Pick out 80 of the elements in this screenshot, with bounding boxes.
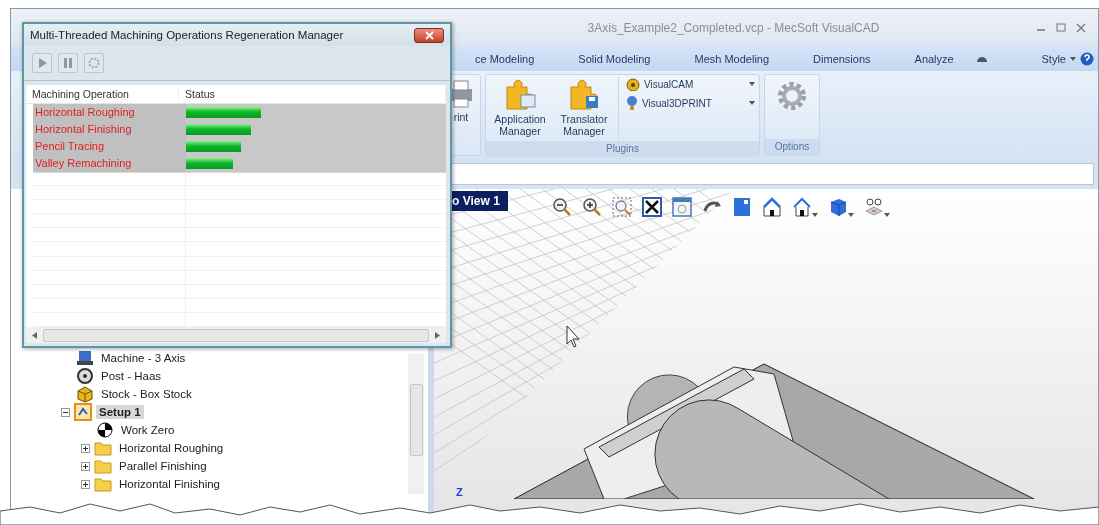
- tree-item[interactable]: Post - Haas: [98, 369, 165, 383]
- tree-item[interactable]: Setup 1: [96, 405, 144, 419]
- column-header[interactable]: Status: [179, 88, 446, 100]
- tree-item[interactable]: Work Zero: [118, 423, 178, 437]
- collapse-icon: [975, 54, 988, 63]
- ribbon-button[interactable]: rint: [446, 77, 476, 153]
- play-icon: [36, 57, 48, 69]
- glasses-button[interactable]: [864, 197, 890, 217]
- panel-button[interactable]: [732, 197, 752, 217]
- caret-icon: [749, 101, 755, 105]
- group-label: Options: [765, 139, 819, 155]
- tree-item[interactable]: Machine - 3 Axis: [98, 351, 189, 365]
- cursor-icon: [566, 325, 580, 348]
- machine-icon: [76, 349, 94, 367]
- folder-icon: [94, 440, 112, 456]
- plus-icon: [82, 444, 89, 452]
- operation-cell: Horizontal Roughing: [33, 104, 186, 122]
- expander-button[interactable]: [81, 461, 90, 471]
- ribbon-tab[interactable]: Dimensions: [791, 52, 893, 65]
- tree-item[interactable]: Horizontal Finishing: [116, 477, 223, 491]
- ribbon-tab[interactable]: ce Modeling: [453, 52, 557, 65]
- vertical-scrollbar[interactable]: [408, 354, 424, 494]
- plugin-button[interactable]: Visual3DPRINT: [625, 95, 755, 111]
- plus-icon: [82, 480, 89, 488]
- caret-icon: [884, 213, 890, 217]
- left-arrow-icon: [32, 331, 37, 339]
- folder-icon: [94, 476, 112, 492]
- work-zero-icon: [96, 421, 114, 439]
- caret-icon: [812, 213, 818, 217]
- gear-icon: [775, 79, 809, 113]
- style-menu[interactable]: Style: [1037, 52, 1080, 65]
- house-outline-button[interactable]: [792, 197, 818, 217]
- axis-label: Z: [456, 486, 463, 498]
- cube-button[interactable]: [828, 197, 854, 217]
- operation-cell: Valley Remachining: [33, 155, 186, 173]
- globe-icon: [625, 95, 639, 111]
- house-button[interactable]: [762, 197, 782, 217]
- right-arrow-icon: [435, 331, 440, 339]
- tree-item[interactable]: Horizontal Roughing: [116, 441, 227, 455]
- puzzle-window-icon: [503, 79, 537, 111]
- tree-item[interactable]: Parallel Finishing: [116, 459, 210, 473]
- ribbon-tab[interactable]: Mesh Modeling: [672, 52, 792, 65]
- folder-icon: [94, 458, 112, 474]
- expander-button[interactable]: [61, 407, 70, 417]
- caret-icon: [749, 82, 755, 86]
- ribbon-tab[interactable]: Analyze: [892, 52, 976, 65]
- post-icon: [76, 367, 94, 385]
- ribbon-button[interactable]: Translator Manager: [554, 77, 614, 140]
- column-header[interactable]: Machining Operation: [26, 88, 179, 100]
- caret-icon: [848, 213, 854, 217]
- close-icon: [1076, 22, 1086, 33]
- tree-item[interactable]: Stock - Box Stock: [98, 387, 195, 401]
- ribbon-button[interactable]: Application Manager: [490, 77, 550, 140]
- zoom-out-button[interactable]: [552, 197, 572, 217]
- horizontal-scrollbar[interactable]: [26, 327, 446, 343]
- operation-cell: Horizontal Finishing: [33, 121, 186, 139]
- pause-icon: [62, 57, 74, 69]
- maximize-icon: [1056, 22, 1066, 33]
- dialog-title: Multi-Threaded Machining Operations Regeneration Manager: [30, 29, 345, 41]
- plugin-button[interactable]: VisualCAM: [625, 77, 755, 91]
- close-button[interactable]: [414, 27, 444, 43]
- command-field[interactable]: [451, 163, 1094, 185]
- operation-cell: Pencil Tracing: [33, 138, 186, 156]
- expander-button[interactable]: [81, 479, 90, 489]
- zoom-extents-button[interactable]: [642, 197, 662, 217]
- close-icon: [424, 30, 434, 40]
- stop-icon: [88, 57, 100, 69]
- setup-icon: [74, 403, 92, 421]
- ribbon-tab[interactable]: Solid Modeling: [556, 52, 673, 65]
- expander-button[interactable]: [81, 443, 90, 453]
- caret-icon: [1070, 56, 1076, 61]
- zoom-window-button[interactable]: [612, 197, 632, 217]
- help-icon: [1080, 51, 1094, 66]
- zoom-in-button[interactable]: [582, 197, 602, 217]
- plus-icon: [82, 462, 89, 470]
- group-label: Plugins: [486, 141, 759, 158]
- box-icon: [76, 385, 94, 403]
- cam-icon: [625, 77, 641, 91]
- minimize-icon: [1036, 28, 1046, 31]
- view-window-button[interactable]: [672, 197, 692, 217]
